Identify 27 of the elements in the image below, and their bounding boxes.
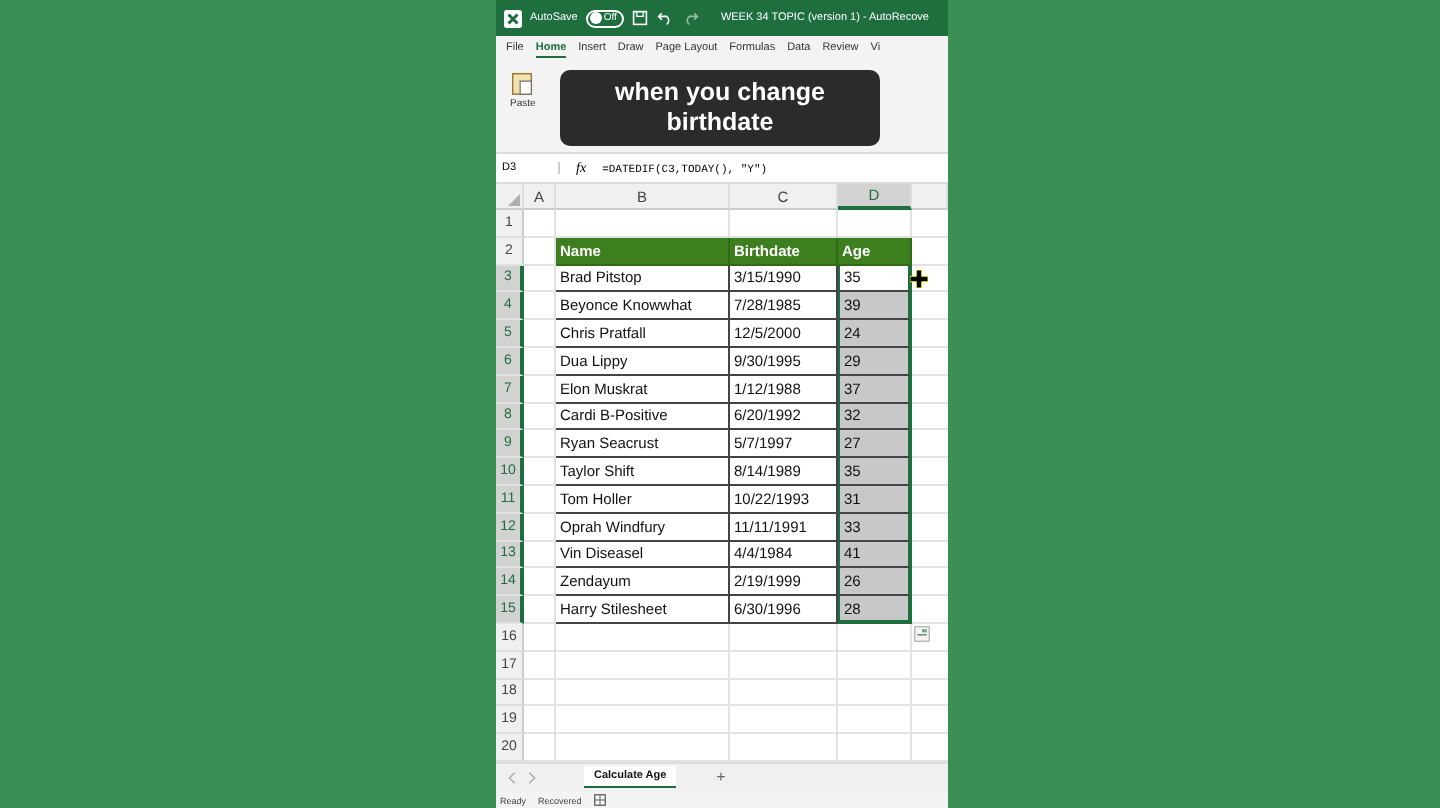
empty-cell[interactable] bbox=[838, 706, 912, 735]
empty-cell[interactable] bbox=[730, 679, 838, 707]
quick-analysis-icon[interactable] bbox=[914, 625, 930, 642]
empty-cell[interactable] bbox=[556, 679, 730, 707]
empty-cell[interactable] bbox=[838, 651, 912, 680]
select-all-icon[interactable] bbox=[508, 194, 520, 206]
caption-overlay: when you change birthdate bbox=[560, 70, 880, 146]
column-header[interactable] bbox=[912, 184, 948, 210]
empty-cell[interactable] bbox=[730, 706, 838, 735]
clipboard-icon bbox=[510, 70, 535, 96]
redo-icon[interactable] bbox=[682, 10, 701, 26]
excel-logo-icon bbox=[504, 9, 522, 27]
next-sheet-icon[interactable] bbox=[528, 771, 536, 784]
empty-cell[interactable] bbox=[730, 623, 838, 652]
add-sheet-button[interactable]: + bbox=[716, 768, 726, 787]
accessibility-icon bbox=[593, 794, 606, 806]
empty-cell[interactable] bbox=[838, 679, 912, 707]
empty-cell[interactable] bbox=[556, 651, 730, 680]
previous-sheet-icon[interactable] bbox=[508, 771, 516, 784]
empty-cell[interactable] bbox=[838, 623, 912, 652]
cursor-plus-icon bbox=[910, 269, 928, 288]
empty-cell[interactable] bbox=[730, 651, 838, 680]
empty-cell[interactable] bbox=[556, 706, 730, 735]
empty-cell[interactable] bbox=[912, 623, 948, 652]
save-icon[interactable] bbox=[632, 10, 649, 26]
empty-cell[interactable] bbox=[556, 623, 730, 652]
undo-icon[interactable] bbox=[656, 10, 675, 26]
